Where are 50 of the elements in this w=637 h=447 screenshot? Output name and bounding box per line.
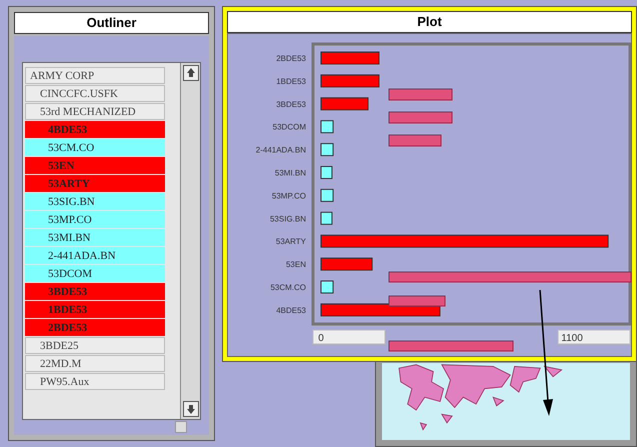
outline-item[interactable]: 2-441ADA.BN	[25, 247, 165, 264]
scroll-up-icon[interactable]	[182, 65, 198, 81]
resize-handle[interactable]	[175, 421, 187, 433]
outline-item[interactable]: 22MD.M	[25, 355, 165, 372]
bar[interactable]	[320, 143, 334, 156]
bar-label: 53DCOM	[272, 122, 306, 132]
scroll-down-icon[interactable]	[182, 401, 198, 417]
bar-label: 53MP.CO	[272, 191, 306, 200]
bar-label: 53CM.CO	[270, 283, 306, 292]
bar-label: 53EN	[286, 260, 306, 270]
axis-tick-label: 1100	[558, 330, 630, 344]
bar[interactable]	[320, 212, 332, 225]
x-tick-label: 1100	[561, 333, 584, 344]
bar[interactable]	[320, 120, 334, 134]
bar[interactable]	[320, 188, 334, 202]
window-title: Plot	[227, 11, 632, 33]
x-tick-label: 0	[318, 333, 324, 344]
ghost-bar	[388, 134, 442, 146]
outline-item[interactable]: 53EN	[25, 157, 165, 174]
bar-label: 4BDE53	[276, 306, 306, 315]
outline-item[interactable]: 2BDE53	[25, 319, 165, 336]
bar-label: 53SIG.BN	[270, 214, 306, 224]
outline-item[interactable]: 3BDE53	[25, 283, 165, 300]
outline-item[interactable]: 53DCOM	[25, 265, 165, 282]
bar[interactable]	[320, 280, 334, 294]
bar-label: 3BDE53	[276, 100, 306, 109]
outline-item[interactable]: 53MI.BN	[25, 229, 165, 246]
window-title: Outliner	[14, 12, 209, 34]
ghost-bar	[388, 296, 446, 306]
outline-item[interactable]: 3BDE25	[25, 337, 165, 354]
ghost-bar	[388, 88, 452, 100]
bar[interactable]	[320, 166, 332, 179]
outline-item[interactable]: 53ARTY	[25, 175, 165, 192]
outline-item[interactable]: 4BDE53	[25, 121, 165, 138]
outline-item[interactable]: PW95.Aux	[25, 373, 165, 390]
bar-label: 53ARTY	[276, 237, 306, 246]
scrollbar[interactable]	[180, 63, 200, 419]
bar-label: 1BDE53	[276, 76, 306, 86]
bar-label: 2-441ADA.BN	[256, 146, 306, 155]
bar-label: 53MI.BN	[274, 168, 306, 178]
outline-item[interactable]: CINCCFC.USFK	[25, 85, 165, 102]
outline-item[interactable]: 53rd MECHANIZED	[25, 103, 165, 120]
outline-item[interactable]: 53MP.CO	[25, 211, 165, 228]
ghost-bar	[388, 112, 452, 124]
axis-tick-label: 0	[312, 330, 386, 344]
outline-item[interactable]: 53CM.CO	[25, 139, 165, 156]
bar-label: 2BDE53	[276, 54, 306, 63]
outline-item[interactable]: 53SIG.BN	[25, 193, 165, 210]
outline-item[interactable]: 1BDE53	[25, 301, 165, 318]
outline-item[interactable]: ARMY CORP	[25, 67, 165, 84]
